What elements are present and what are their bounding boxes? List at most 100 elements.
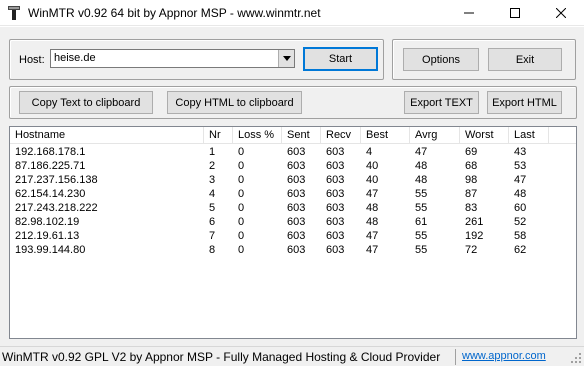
table-row[interactable]: 193.99.144.80 8 0 603 603 47 55 72 62	[10, 243, 576, 257]
cell-avrg: 48	[415, 160, 428, 172]
status-bar: WinMTR v0.92 GPL V2 by Appnor MSP - Full…	[0, 346, 584, 366]
minimize-button[interactable]	[446, 0, 492, 26]
column-header-nr[interactable]: Nr	[204, 127, 233, 144]
cell-avrg: 48	[415, 174, 428, 186]
cell-nr: 3	[209, 174, 216, 186]
cell-recv: 603	[326, 146, 345, 158]
cell-last: 52	[514, 216, 527, 228]
cell-recv: 603	[326, 216, 345, 228]
column-header-sent[interactable]: Sent	[282, 127, 321, 144]
cell-worst: 72	[465, 244, 478, 256]
cell-loss: 0	[238, 244, 245, 256]
cell-nr: 2	[209, 160, 216, 172]
cell-sent: 603	[287, 244, 306, 256]
cell-avrg: 47	[415, 146, 428, 158]
cell-worst: 192	[465, 230, 484, 242]
cell-best: 48	[366, 216, 379, 228]
cell-worst: 69	[465, 146, 478, 158]
cell-last: 47	[514, 174, 527, 186]
cell-recv: 603	[326, 230, 345, 242]
winmtr-app-icon	[8, 6, 20, 20]
table-row[interactable]: 217.237.156.138 3 0 603 603 40 48 98 47	[10, 173, 576, 187]
cell-best: 47	[366, 244, 379, 256]
cell-hostname: 82.98.102.19	[15, 216, 80, 228]
cell-hostname: 87.186.225.71	[15, 160, 86, 172]
cell-sent: 603	[287, 174, 306, 186]
cell-nr: 1	[209, 146, 216, 158]
status-text: WinMTR v0.92 GPL V2 by Appnor MSP - Full…	[2, 350, 441, 364]
host-dropdown-button[interactable]	[278, 50, 294, 67]
results-table[interactable]: Hostname Nr Loss % Sent Recv Best Avrg W…	[9, 126, 577, 339]
cell-last: 58	[514, 230, 527, 242]
cell-avrg: 61	[415, 216, 428, 228]
chevron-down-icon	[282, 56, 291, 61]
cell-worst: 68	[465, 160, 478, 172]
cell-hostname: 212.19.61.13	[15, 230, 80, 242]
column-header-loss[interactable]: Loss %	[233, 127, 282, 144]
column-header-recv[interactable]: Recv	[321, 127, 361, 144]
cell-loss: 0	[238, 216, 245, 228]
table-row[interactable]: 87.186.225.71 2 0 603 603 40 48 68 53	[10, 159, 576, 173]
cell-recv: 603	[326, 244, 345, 256]
cell-best: 48	[366, 202, 379, 214]
host-combobox[interactable]: heise.de	[50, 49, 295, 68]
copy-html-button[interactable]: Copy HTML to clipboard	[167, 91, 302, 114]
column-header-last[interactable]: Last	[509, 127, 549, 144]
table-row[interactable]: 192.168.178.1 1 0 603 603 4 47 69 43	[10, 145, 576, 159]
maximize-button[interactable]	[492, 0, 538, 26]
cell-last: 60	[514, 202, 527, 214]
cell-loss: 0	[238, 160, 245, 172]
cell-loss: 0	[238, 146, 245, 158]
column-header-best[interactable]: Best	[361, 127, 410, 144]
options-button[interactable]: Options	[403, 48, 479, 71]
cell-sent: 603	[287, 230, 306, 242]
table-row[interactable]: 217.243.218.222 5 0 603 603 48 55 83 60	[10, 201, 576, 215]
table-row[interactable]: 212.19.61.13 7 0 603 603 47 55 192 58	[10, 229, 576, 243]
cell-worst: 83	[465, 202, 478, 214]
cell-recv: 603	[326, 174, 345, 186]
cell-avrg: 55	[415, 230, 428, 242]
cell-avrg: 55	[415, 244, 428, 256]
cell-worst: 98	[465, 174, 478, 186]
maximize-icon	[510, 8, 520, 18]
copy-text-button[interactable]: Copy Text to clipboard	[19, 91, 153, 114]
cell-recv: 603	[326, 160, 345, 172]
host-label: Host:	[19, 54, 45, 66]
cell-hostname: 192.168.178.1	[15, 146, 86, 158]
column-header-avrg[interactable]: Avrg	[410, 127, 460, 144]
cell-avrg: 55	[415, 188, 428, 200]
column-header-hostname[interactable]: Hostname	[10, 127, 204, 144]
title-bar[interactable]: WinMTR v0.92 64 bit by Appnor MSP - www.…	[0, 0, 584, 26]
cell-hostname: 193.99.144.80	[15, 244, 86, 256]
cell-worst: 87	[465, 188, 478, 200]
start-button[interactable]: Start	[303, 47, 378, 71]
cell-loss: 0	[238, 230, 245, 242]
export-html-button[interactable]: Export HTML	[487, 91, 562, 114]
cell-loss: 0	[238, 174, 245, 186]
table-body: 192.168.178.1 1 0 603 603 4 47 69 43 87.186.225.7…	[10, 145, 576, 257]
close-icon	[556, 8, 566, 18]
cell-nr: 4	[209, 188, 216, 200]
cell-best: 40	[366, 174, 379, 186]
cell-nr: 7	[209, 230, 216, 242]
cell-recv: 603	[326, 188, 345, 200]
close-button[interactable]	[538, 0, 584, 26]
export-text-button[interactable]: Export TEXT	[404, 91, 479, 114]
table-row[interactable]: 82.98.102.19 6 0 603 603 48 61 261 52	[10, 215, 576, 229]
cell-nr: 8	[209, 244, 216, 256]
appnor-link[interactable]: www.appnor.com	[462, 350, 546, 362]
resize-grip-icon[interactable]	[570, 352, 582, 364]
cell-best: 47	[366, 188, 379, 200]
cell-last: 53	[514, 160, 527, 172]
table-row[interactable]: 62.154.14.230 4 0 603 603 47 55 87 48	[10, 187, 576, 201]
cell-sent: 603	[287, 146, 306, 158]
cell-last: 48	[514, 188, 527, 200]
cell-last: 43	[514, 146, 527, 158]
cell-sent: 603	[287, 216, 306, 228]
exit-button[interactable]: Exit	[488, 48, 562, 71]
host-input[interactable]: heise.de	[54, 52, 96, 64]
minimize-icon	[464, 12, 474, 14]
window-title: WinMTR v0.92 64 bit by Appnor MSP - www.…	[28, 6, 321, 20]
cell-best: 40	[366, 160, 379, 172]
column-header-worst[interactable]: Worst	[460, 127, 509, 144]
